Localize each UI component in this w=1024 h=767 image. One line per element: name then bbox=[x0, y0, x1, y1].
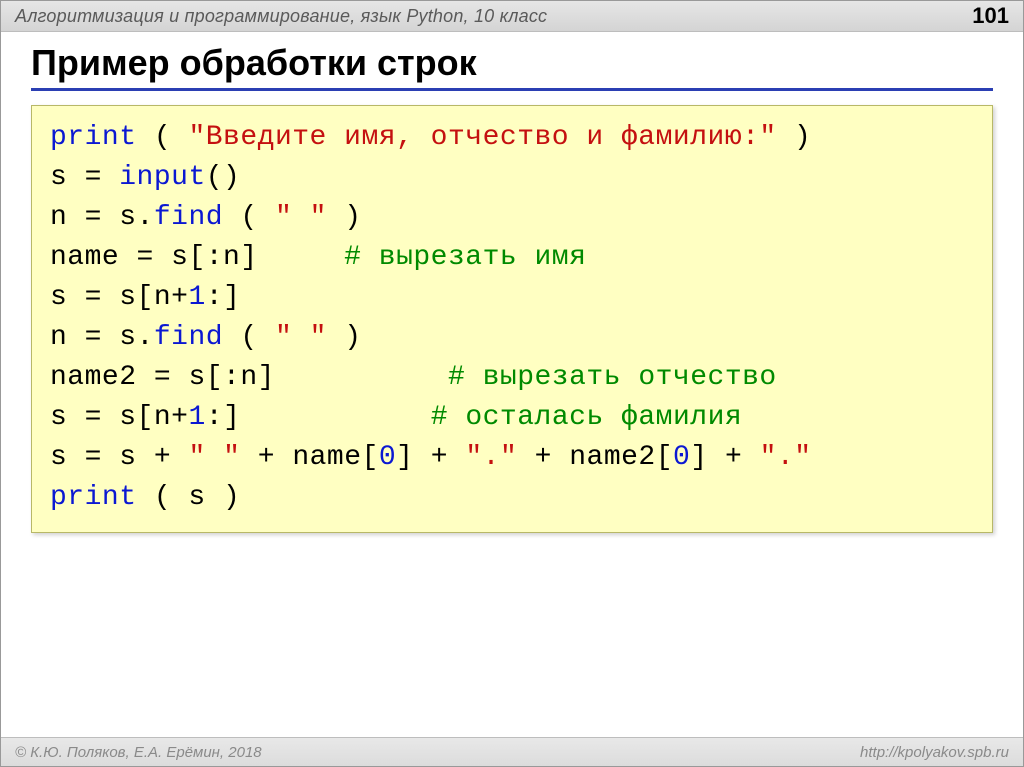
code-line-2: s = input() bbox=[50, 162, 240, 193]
code-line-1: print ( "Введите имя, отчество и фамилию… bbox=[50, 122, 811, 153]
page-number: 101 bbox=[972, 3, 1009, 29]
code-line-9: s = s + " " + name[0] + "." + name2[0] +… bbox=[50, 442, 812, 473]
footer: © К.Ю. Поляков, Е.А. Ерёмин, 2018 http:/… bbox=[1, 737, 1023, 766]
slide: Алгоритмизация и программирование, язык … bbox=[0, 0, 1024, 767]
code-line-7: name2 = s[:n] # вырезать отчество bbox=[50, 362, 777, 393]
title-rule bbox=[31, 88, 993, 91]
code-line-3: n = s.find ( " " ) bbox=[50, 202, 362, 233]
topbar: Алгоритмизация и программирование, язык … bbox=[1, 1, 1023, 32]
code-line-8: s = s[n+1:] # осталась фамилия bbox=[50, 402, 742, 433]
code-line-10: print ( s ) bbox=[50, 482, 240, 513]
site-url: http://kpolyakov.spb.ru bbox=[860, 744, 1009, 761]
content: Пример обработки строк print ( "Введите … bbox=[1, 32, 1023, 737]
slide-title: Пример обработки строк bbox=[31, 42, 993, 84]
subject: Алгоритмизация и программирование, язык … bbox=[15, 6, 547, 27]
code-box: print ( "Введите имя, отчество и фамилию… bbox=[31, 105, 993, 533]
code-line-6: n = s.find ( " " ) bbox=[50, 322, 362, 353]
code-line-4: name = s[:n] # вырезать имя bbox=[50, 242, 586, 273]
code-line-5: s = s[n+1:] bbox=[50, 282, 240, 313]
copyright: © К.Ю. Поляков, Е.А. Ерёмин, 2018 bbox=[15, 744, 262, 761]
